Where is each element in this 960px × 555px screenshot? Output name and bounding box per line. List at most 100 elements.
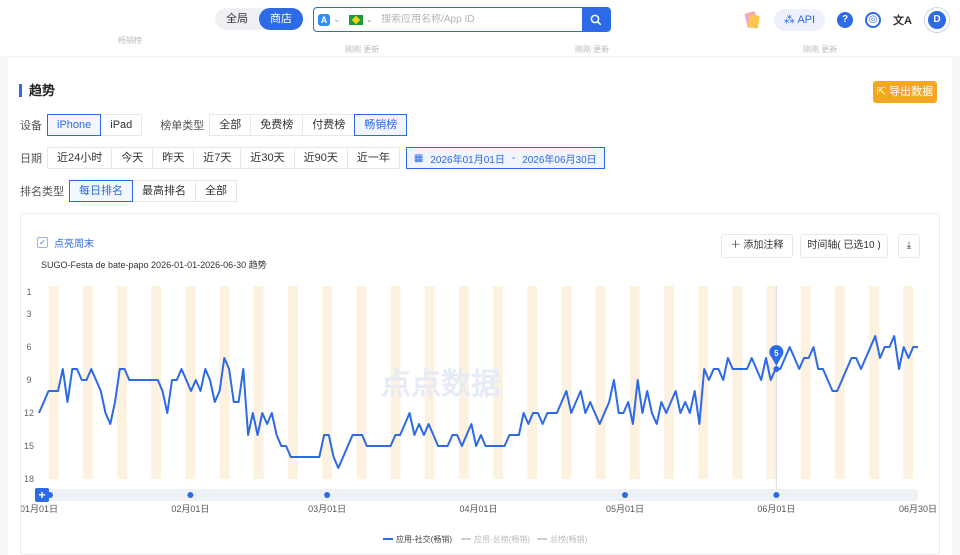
legend-item: 应用-总榜(畅销) <box>474 534 530 544</box>
y-tick-label: 9 <box>26 375 31 385</box>
x-tick-label: 06月30日 <box>899 504 937 514</box>
y-tick-label: 12 <box>24 408 34 418</box>
country-selector[interactable]: ⌄ <box>345 8 378 31</box>
export-data-button[interactable]: ⇱ 导出数据 <box>873 81 937 103</box>
legend-item: 应用-社交(畅销) <box>396 534 452 544</box>
rank-type-label: 排名类型 <box>20 186 64 198</box>
help-icon[interactable]: ? <box>837 12 854 28</box>
chevron-down-icon: ⌄ <box>333 14 341 24</box>
rank-label: 畅销榜 <box>118 36 142 45</box>
rank-type-row: 排名类型 每日排名 最高排名 全部 <box>20 180 237 202</box>
scope-global-tab[interactable]: 全局 <box>215 8 259 30</box>
timeline-event-dot <box>773 492 780 498</box>
weekend-band <box>800 286 811 479</box>
date-30d-button[interactable]: 近30天 <box>240 147 295 169</box>
weekend-band <box>766 286 777 479</box>
watermark: 点点数据 <box>381 368 501 401</box>
update-status: 刚刚 更新 <box>803 45 838 54</box>
weekend-band <box>253 286 264 479</box>
timeline-event-dot <box>324 492 331 498</box>
chart-card: ✓ 点亮周末 SUGO-Festa de bate-papo 2026-01-0… <box>20 213 940 555</box>
x-tick-label: 05月01日 <box>606 504 644 514</box>
date-filter-row: 日期 近24小时 今天 昨天 近7天 近30天 近90天 近一年 ▦ 2026年… <box>20 147 605 169</box>
weekend-band <box>82 286 93 479</box>
trend-chart[interactable]: 1 3 6 9 12 15 18 点点数据 5 +01月01日 02月01日 03月01日 04月01日… <box>21 214 941 555</box>
marker-label: 5 <box>774 349 779 358</box>
plus-icon: + <box>38 488 45 502</box>
legend-item: 总榜(畅销) <box>550 534 588 544</box>
x-tick-label: 04月01日 <box>459 504 497 514</box>
avatar[interactable]: D <box>924 7 950 33</box>
export-icon: ⇱ <box>876 86 887 98</box>
timeline-event-dot <box>47 492 53 498</box>
notification-icon[interactable]: ◎ <box>865 12 882 28</box>
date-1y-button[interactable]: 近一年 <box>346 147 400 169</box>
series-line-social-grossing <box>38 335 918 469</box>
weekend-band <box>869 286 879 479</box>
api-icon: ⁂ <box>783 14 795 26</box>
date-label: 日期 <box>20 153 42 165</box>
date-today-button[interactable]: 今天 <box>111 147 154 169</box>
timeline-event-dot <box>187 492 194 498</box>
export-label: 导出数据 <box>889 86 934 98</box>
update-status: 刚刚 更新 <box>575 45 610 54</box>
weekend-band <box>356 286 367 479</box>
api-label: API <box>797 14 816 26</box>
weekend-band <box>527 286 538 479</box>
y-tick-label: 1 <box>26 287 31 297</box>
translate-icon[interactable]: 文A <box>893 12 912 28</box>
weekend-band <box>322 286 332 479</box>
weekend-band <box>903 286 914 479</box>
search-icon <box>590 14 602 25</box>
weekend-band <box>664 286 674 479</box>
update-status: 刚刚 更新 <box>345 45 380 54</box>
weekend-band <box>561 286 572 479</box>
api-button[interactable]: ⁂ API <box>773 9 826 31</box>
weekend-band <box>288 286 298 479</box>
date-90d-button[interactable]: 近90天 <box>293 147 348 169</box>
list-grossing-button[interactable]: 畅销榜 <box>354 114 408 136</box>
date-range-picker[interactable]: ▦ 2026年01月01日 - 2026年06月30日 <box>405 147 605 169</box>
previous-section-remnant: 畅销榜 刚刚 更新 刚刚 更新 刚刚 更新 <box>0 36 960 56</box>
date-7d-button[interactable]: 近7天 <box>193 147 242 169</box>
list-free-button[interactable]: 免费榜 <box>250 114 304 136</box>
scope-store-tab[interactable]: 商店 <box>259 8 303 30</box>
y-tick-label: 6 <box>26 342 31 352</box>
date-24h-button[interactable]: 近24小时 <box>47 147 113 169</box>
list-all-button[interactable]: 全部 <box>209 114 252 136</box>
rank-highest-button[interactable]: 最高排名 <box>132 180 196 202</box>
list-type-label: 榜单类型 <box>160 120 205 132</box>
chevron-down-icon: ⌄ <box>365 14 374 24</box>
trend-section: 趋势 ⇱ 导出数据 设备 iPhone iPad 榜单类型 全部 免费榜 付费榜… <box>8 58 952 555</box>
device-ipad-button[interactable]: iPad <box>100 114 143 136</box>
y-tick-label: 3 <box>26 309 31 319</box>
search-button[interactable] <box>582 8 610 31</box>
date-end: 2026年06月30日 <box>522 154 597 166</box>
calendar-icon: ▦ <box>413 152 424 164</box>
device-label: 设备 <box>20 120 42 132</box>
device-iphone-button[interactable]: iPhone <box>47 114 102 136</box>
avatar-logo: D <box>928 11 946 29</box>
weekend-band <box>48 286 59 479</box>
rank-daily-button[interactable]: 每日排名 <box>69 180 133 202</box>
timeline-event-dot <box>622 492 628 498</box>
y-tick-label: 15 <box>24 441 34 451</box>
x-tick-label: 01月01日 <box>21 504 58 514</box>
device-filter-row: 设备 iPhone iPad 榜单类型 全部 免费榜 付费榜 畅销榜 <box>20 114 408 136</box>
app-store-icon: A <box>318 13 330 26</box>
list-paid-button[interactable]: 付费榜 <box>302 114 356 136</box>
vip-icon[interactable] <box>742 10 762 30</box>
x-tick-label: 06月01日 <box>757 504 795 514</box>
store-selector[interactable]: A ⌄ <box>314 8 345 31</box>
date-yesterday-button[interactable]: 昨天 <box>152 147 195 169</box>
top-right-tools: ⁂ API ? ◎ 文A D <box>742 6 950 34</box>
brazil-flag-icon <box>348 14 363 25</box>
search-input[interactable] <box>377 14 582 25</box>
rank-all-button[interactable]: 全部 <box>195 180 237 202</box>
section-title: 趋势 <box>19 84 55 97</box>
timeline-track <box>41 489 918 501</box>
weekend-band <box>595 286 606 479</box>
search-box: A ⌄ ⌄ <box>313 7 611 32</box>
marker-point <box>773 366 780 372</box>
x-tick-label: 03月01日 <box>308 504 346 514</box>
